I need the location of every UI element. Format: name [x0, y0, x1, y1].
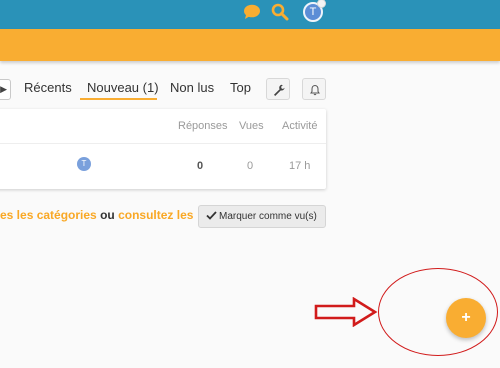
tab-top[interactable]: Top [230, 80, 251, 95]
tab-non-lus[interactable]: Non lus [170, 80, 214, 95]
new-topic-fab-button[interactable]: + [446, 298, 486, 338]
topic-list-card [0, 109, 326, 189]
column-header-reponses[interactable]: Réponses [178, 120, 228, 132]
footer-conjunction: ou [96, 208, 119, 222]
tab-recents[interactable]: Récents [24, 80, 72, 95]
active-tab-indicator [80, 98, 157, 100]
browse-categories-link[interactable]: es les catégories [0, 208, 97, 222]
poster-avatar[interactable]: T [77, 157, 91, 171]
topic-replies-count: 0 [197, 160, 204, 172]
annotation-arrow-icon [314, 297, 378, 327]
notification-level-button[interactable] [302, 78, 326, 100]
consult-link[interactable]: consultez les [118, 208, 193, 222]
mark-as-read-label: Marquer comme vu(s) [219, 211, 317, 222]
search-icon[interactable] [271, 3, 289, 21]
column-header-vues[interactable]: Vues [239, 120, 264, 132]
admin-wrench-button[interactable] [266, 78, 290, 100]
row-divider [0, 143, 326, 144]
mark-as-read-button[interactable]: Marquer comme vu(s) [198, 205, 326, 228]
column-header-activite[interactable]: Activité [282, 120, 317, 132]
notification-badge [317, 0, 326, 8]
bell-icon [310, 84, 320, 96]
categories-dropdown-toggle[interactable]: ▶ [0, 79, 11, 100]
check-icon [206, 211, 217, 220]
topic-activity-time[interactable]: 17 h [289, 160, 310, 172]
topic-views-count: 0 [247, 160, 254, 172]
footer-message: es les catégories ou consultez les [0, 208, 193, 222]
category-banner [0, 29, 500, 61]
tab-nouveau[interactable]: Nouveau (1) [87, 80, 159, 95]
wrench-icon [274, 84, 285, 96]
top-header: T [0, 0, 500, 29]
chat-icon[interactable] [243, 3, 261, 20]
